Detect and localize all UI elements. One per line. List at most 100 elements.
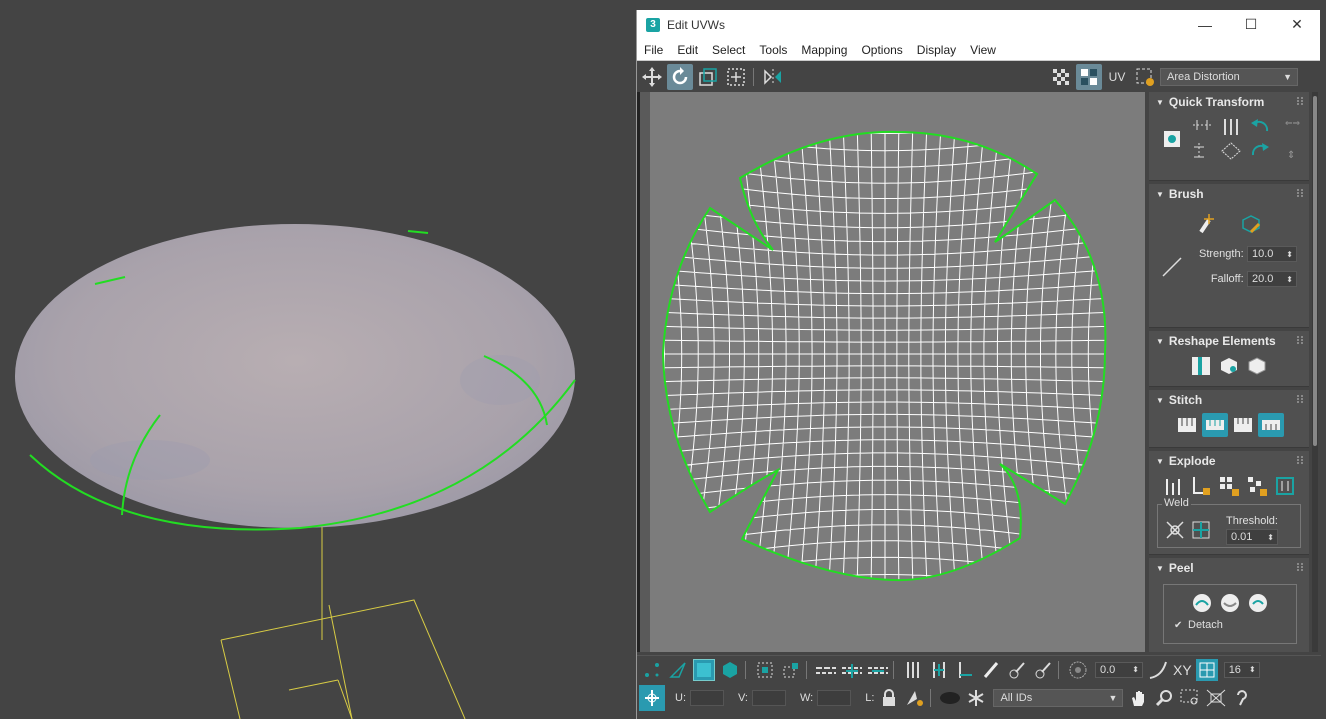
freeform-icon[interactable] <box>723 64 749 90</box>
brush-header[interactable]: ▼ Brush <box>1149 184 1309 204</box>
paint-select-icon[interactable] <box>980 659 1002 681</box>
peel-mode-icon[interactable] <box>1217 591 1243 615</box>
stitch-header[interactable]: ▼ Stitch <box>1149 390 1309 410</box>
u-field[interactable] <box>690 690 724 706</box>
zoom-region-icon[interactable] <box>1179 687 1201 709</box>
3d-viewport[interactable] <box>0 0 636 719</box>
weld-selected-icon[interactable] <box>1162 518 1188 542</box>
grid-size-spinner[interactable]: 16 ⬍ <box>1223 661 1260 678</box>
grip-icon[interactable] <box>1297 395 1303 403</box>
align-center-icon[interactable] <box>1218 139 1244 163</box>
display-settings-icon[interactable] <box>1132 64 1158 90</box>
minimize-button[interactable]: — <box>1182 10 1228 39</box>
weld-target-icon[interactable] <box>1188 518 1214 542</box>
spinner-arrows-icon[interactable]: ⬍ <box>1267 533 1274 542</box>
explode-header[interactable]: ▼ Explode <box>1149 451 1309 471</box>
spinner-arrows-icon[interactable]: ⬍ <box>1286 275 1293 284</box>
grip-icon[interactable] <box>1297 456 1303 464</box>
reshape-header[interactable]: ▼ Reshape Elements <box>1149 331 1309 351</box>
flatten-by-id-icon[interactable] <box>1244 474 1270 498</box>
loop-icon[interactable] <box>815 659 837 681</box>
absolute-offset-icon[interactable] <box>639 685 665 711</box>
mirror-icon[interactable] <box>760 64 786 90</box>
ring-icon[interactable] <box>902 659 924 681</box>
spinner-arrows-icon[interactable]: ⬍ <box>1249 665 1256 674</box>
stitch-source-icon[interactable] <box>1258 413 1284 437</box>
grow-ring-icon[interactable] <box>928 659 950 681</box>
rotate-icon[interactable] <box>667 64 693 90</box>
straighten-icon[interactable] <box>1188 354 1214 378</box>
stitch-average-icon[interactable] <box>1230 413 1256 437</box>
break-icon[interactable] <box>1160 474 1186 498</box>
menu-tools[interactable]: Tools <box>752 43 794 57</box>
close-button[interactable]: ✕ <box>1274 10 1320 39</box>
shrink-ring-icon[interactable] <box>954 659 976 681</box>
w-field[interactable] <box>817 690 852 706</box>
uv-label[interactable]: UV <box>1104 64 1130 90</box>
xy-toggle[interactable]: XY <box>1173 662 1192 678</box>
menu-view[interactable]: View <box>963 43 1003 57</box>
stitch-target-icon[interactable] <box>1202 413 1228 437</box>
snap-icon[interactable] <box>1195 658 1218 681</box>
box-icon[interactable] <box>1244 354 1270 378</box>
align-horizontal-icon[interactable] <box>1189 115 1215 139</box>
relax-brush-icon[interactable] <box>1238 212 1264 236</box>
quick-peel-icon[interactable] <box>1189 591 1215 615</box>
select-face-icon[interactable] <box>693 658 715 681</box>
select-edge-icon[interactable] <box>667 659 689 681</box>
rotate-ccw-icon[interactable] <box>1247 115 1273 139</box>
v-field[interactable] <box>752 690 786 706</box>
falloff-distance-spinner[interactable]: 0.0 ⬍ <box>1095 661 1143 678</box>
reset-peel-icon[interactable] <box>1245 591 1271 615</box>
material-id-select[interactable]: All IDs ▼ <box>993 689 1124 707</box>
rotate-cw-icon[interactable] <box>1247 139 1273 163</box>
shrink-loop-icon[interactable] <box>867 659 889 681</box>
lock-icon[interactable] <box>878 687 900 709</box>
flatten-icon[interactable] <box>1216 474 1242 498</box>
threshold-spinner[interactable]: 0.01 ⬍ <box>1226 529 1278 545</box>
relax-icon[interactable] <box>1216 354 1242 378</box>
grip-icon[interactable] <box>1297 189 1303 197</box>
grip-icon[interactable] <box>1297 97 1303 105</box>
detach-checkbox[interactable]: ✔ <box>1174 620 1188 631</box>
strength-spinner[interactable]: 10.0 ⬍ <box>1246 246 1297 262</box>
spread-vertical-icon[interactable]: ⇕ <box>1281 142 1307 166</box>
show-map-icon[interactable] <box>1076 64 1102 90</box>
menu-options[interactable]: Options <box>854 43 909 57</box>
grow-selection-icon[interactable] <box>754 659 776 681</box>
detach-edge-icon[interactable] <box>1188 474 1214 498</box>
menu-mapping[interactable]: Mapping <box>794 43 854 57</box>
zoom-icon[interactable] <box>1153 687 1175 709</box>
menu-edit[interactable]: Edit <box>670 43 705 57</box>
select-element-icon[interactable] <box>719 659 741 681</box>
menu-select[interactable]: Select <box>705 43 752 57</box>
move-icon[interactable] <box>639 64 665 90</box>
spinner-arrows-icon[interactable]: ⬍ <box>1286 250 1293 259</box>
shrink-selection-icon[interactable] <box>780 659 802 681</box>
pivot-icon[interactable] <box>1159 127 1185 151</box>
panel-scrollbar[interactable] <box>1312 92 1318 652</box>
quick-transform-header[interactable]: ▼ Quick Transform <box>1149 92 1309 112</box>
grip-icon[interactable] <box>1297 563 1303 571</box>
falloff-spinner[interactable]: 20.0 ⬍ <box>1246 271 1297 287</box>
hide-icon[interactable] <box>904 687 926 709</box>
align-vertical-icon[interactable] <box>1189 139 1215 163</box>
help-icon[interactable] <box>1231 687 1253 709</box>
paint-grow-icon[interactable] <box>1006 659 1028 681</box>
paint-shrink-icon[interactable] <box>1032 659 1054 681</box>
uv-editor-canvas[interactable] <box>640 92 1145 652</box>
scale-icon[interactable] <box>695 64 721 90</box>
eye-icon[interactable] <box>939 687 961 709</box>
display-mode-select[interactable]: Area Distortion ▼ <box>1160 68 1298 86</box>
zoom-extents-icon[interactable] <box>1205 687 1227 709</box>
stitch-custom-icon[interactable] <box>1174 413 1200 437</box>
select-vertex-icon[interactable] <box>641 659 663 681</box>
falloff-curve-icon[interactable] <box>1147 659 1169 681</box>
maximize-button[interactable]: ☐ <box>1228 10 1274 39</box>
checker-icon[interactable] <box>1048 64 1074 90</box>
freeze-icon[interactable] <box>965 687 987 709</box>
pan-icon[interactable] <box>1127 687 1149 709</box>
brush-line-icon[interactable] <box>1159 255 1185 279</box>
grip-icon[interactable] <box>1297 336 1303 344</box>
scrollbar-thumb[interactable] <box>1313 96 1317 446</box>
